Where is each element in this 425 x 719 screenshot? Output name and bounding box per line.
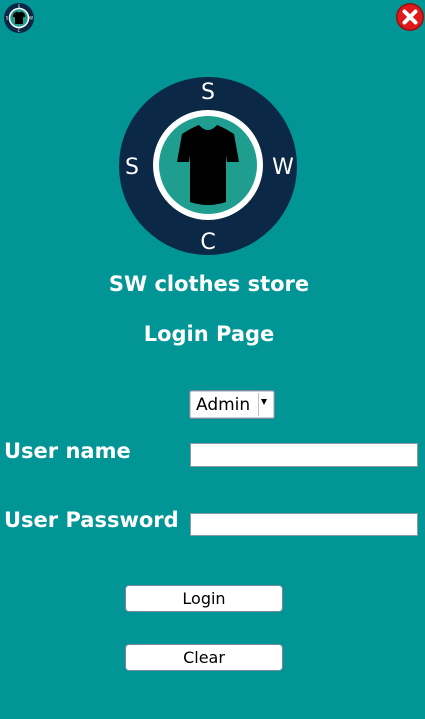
store-title: SW clothes store <box>108 272 310 296</box>
svg-text:W: W <box>29 16 33 21</box>
chevron-down-icon <box>261 399 267 405</box>
svg-text:S: S <box>18 4 21 9</box>
password-input[interactable] <box>190 513 418 536</box>
login-button[interactable]: Login <box>125 585 283 612</box>
role-select[interactable]: Admin <box>189 390 275 419</box>
app-logo-icon: S S W C <box>3 2 35 34</box>
role-select-divider <box>258 393 259 416</box>
close-button[interactable] <box>395 2 425 32</box>
logo-letter-bottom: C <box>200 230 215 255</box>
page-title: Login Page <box>143 322 275 346</box>
logo-letter-right: W <box>272 155 294 180</box>
role-select-value: Admin <box>196 395 251 415</box>
username-input[interactable] <box>190 443 418 467</box>
close-icon <box>396 3 424 31</box>
store-logo: S S W C <box>119 77 297 255</box>
clear-button[interactable]: Clear <box>125 644 283 671</box>
logo-letter-left: S <box>125 155 139 180</box>
username-label: User name <box>4 439 131 463</box>
password-label: User Password <box>4 508 179 532</box>
logo-letter-top: S <box>201 80 215 105</box>
svg-text:S: S <box>6 16 9 21</box>
svg-text:C: C <box>18 28 21 33</box>
